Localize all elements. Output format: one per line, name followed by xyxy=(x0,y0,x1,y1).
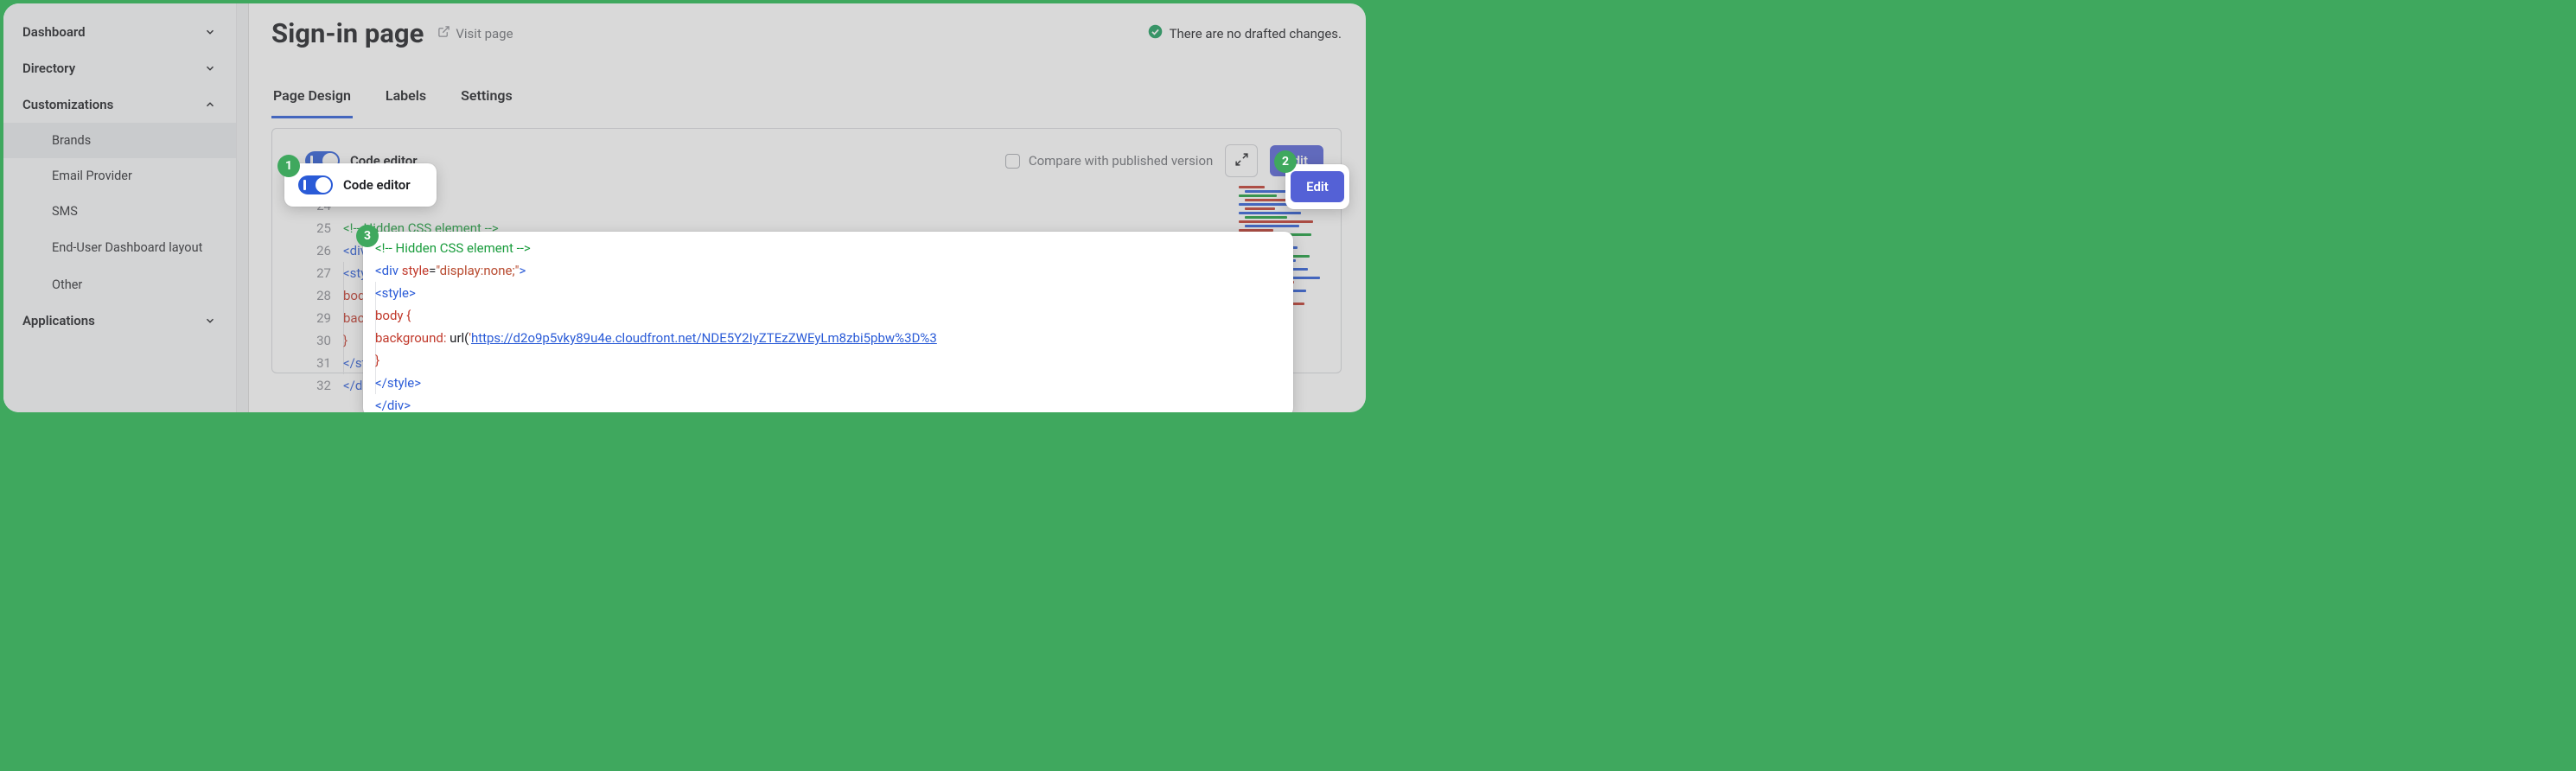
sidebar-item-enduser-dashboard-layout[interactable]: End-User Dashboard layout xyxy=(3,229,236,267)
code-highlight-area: <!-- Hidden CSS element --><div style="d… xyxy=(363,232,1293,412)
callout-badge-2: 2 xyxy=(1274,150,1297,173)
expand-icon xyxy=(1234,152,1249,170)
sidebar-item-email-provider[interactable]: Email Provider xyxy=(3,158,236,194)
sidebar-item-other[interactable]: Other xyxy=(3,267,236,303)
visit-page-link[interactable]: Visit page xyxy=(437,25,513,41)
chevron-down-icon xyxy=(203,61,217,75)
sidebar-item-applications[interactable]: Applications xyxy=(3,303,236,339)
sidebar-item-label: Customizations xyxy=(22,97,113,112)
sidebar-item-customizations[interactable]: Customizations xyxy=(3,86,236,123)
sidebar-item-brands[interactable]: Brands xyxy=(3,123,236,158)
sidebar: Dashboard Directory Customizations Brand… xyxy=(3,3,237,412)
edit-button[interactable]: Edit xyxy=(1291,171,1344,202)
sidebar-item-sms[interactable]: SMS xyxy=(3,194,236,229)
tab-labels[interactable]: Labels xyxy=(384,79,428,118)
draft-status: There are no drafted changes. xyxy=(1148,24,1342,42)
line-number-gutter: 242526272829303132 xyxy=(272,193,343,373)
sidebar-item-label: Applications xyxy=(22,313,95,328)
sidebar-item-label: Directory xyxy=(22,61,75,76)
chevron-down-icon xyxy=(203,314,217,328)
compare-label: Compare with published version xyxy=(1029,153,1213,169)
code-editor-toggle[interactable] xyxy=(298,175,333,194)
tabs: Page Design Labels Settings xyxy=(271,79,1342,119)
chevron-down-icon xyxy=(203,25,217,39)
sidebar-item-label: Dashboard xyxy=(22,24,86,40)
sidebar-item-dashboard[interactable]: Dashboard xyxy=(3,14,236,50)
external-link-icon xyxy=(437,25,450,41)
checkbox-icon xyxy=(1005,154,1020,169)
callout-badge-3: 3 xyxy=(356,225,379,247)
page-title: Sign-in page xyxy=(271,17,424,49)
expand-button[interactable] xyxy=(1225,144,1258,177)
compare-checkbox-group[interactable]: Compare with published version xyxy=(1005,153,1213,169)
tab-settings[interactable]: Settings xyxy=(459,79,514,118)
tab-page-design[interactable]: Page Design xyxy=(271,79,353,118)
callout-badge-1: 1 xyxy=(277,155,300,177)
check-circle-icon xyxy=(1148,24,1163,42)
visit-page-label: Visit page xyxy=(456,26,513,41)
chevron-up-icon xyxy=(203,98,217,112)
title-bar: Sign-in page Visit page There are no dra… xyxy=(271,17,1342,49)
sidebar-item-directory[interactable]: Directory xyxy=(3,50,236,86)
status-text: There are no drafted changes. xyxy=(1170,26,1342,41)
